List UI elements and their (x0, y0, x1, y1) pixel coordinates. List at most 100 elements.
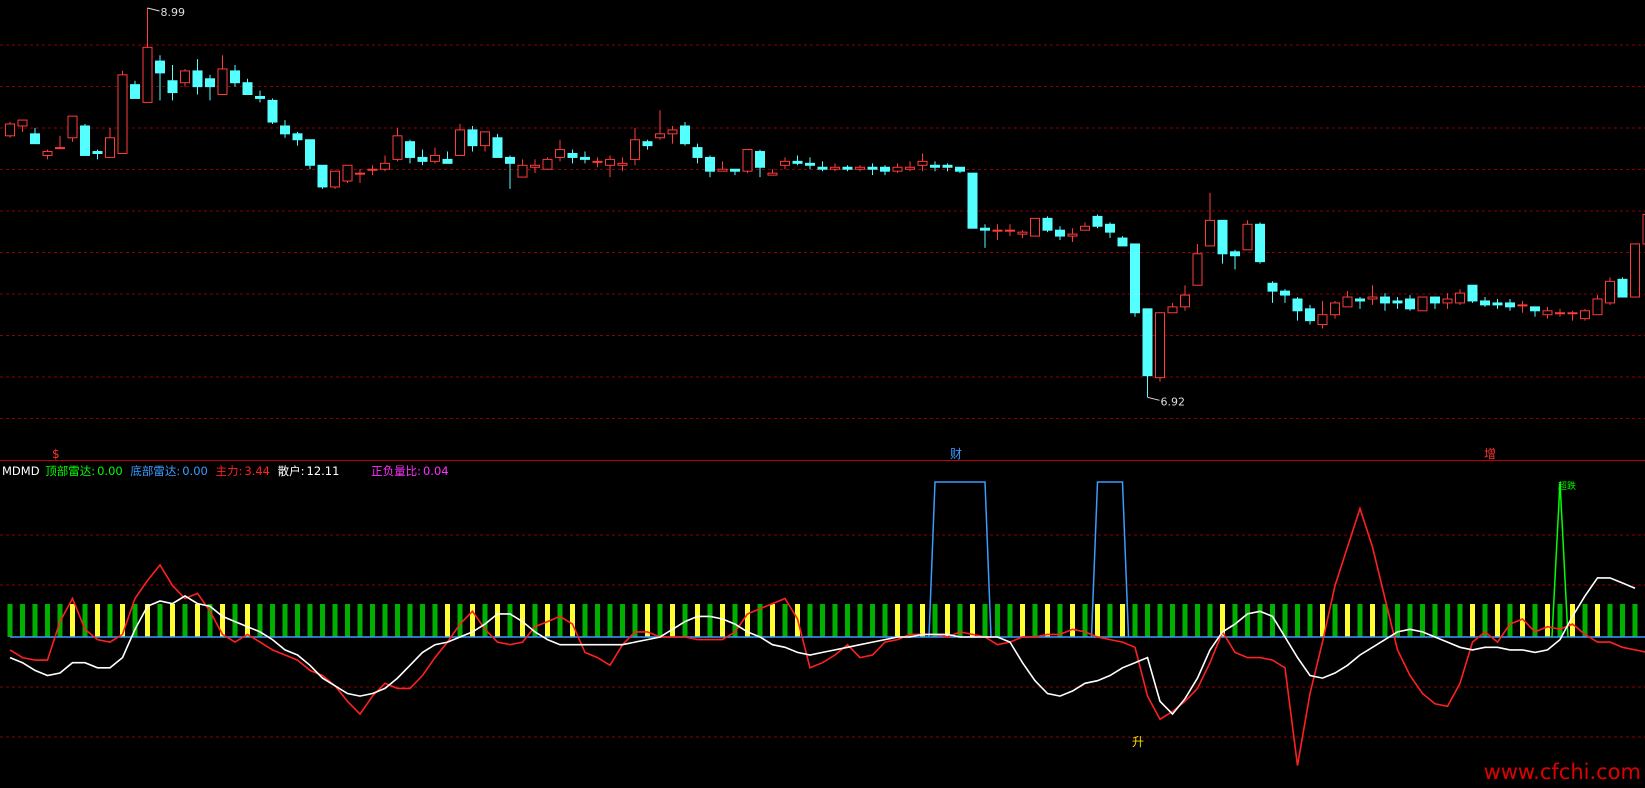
candle-body-down (1118, 238, 1127, 246)
candle-body-up (1206, 220, 1215, 246)
legend-retail-value: 12.11 (307, 464, 340, 478)
indicator-bar (783, 604, 788, 637)
candle (1156, 313, 1165, 382)
indicator-bar (558, 604, 563, 637)
candle (768, 169, 777, 175)
indicator-bar (870, 604, 875, 637)
indicator-bar (1258, 604, 1263, 637)
legend-retail-label: 散户: (278, 464, 305, 478)
candle (481, 132, 490, 152)
candle (1556, 309, 1565, 317)
candle-body-up (1018, 232, 1027, 234)
indicator-bar (620, 604, 625, 637)
candle (1531, 307, 1540, 317)
indicator-bar (695, 604, 700, 637)
candle (93, 150, 102, 160)
candle (731, 169, 740, 175)
candle-body-down (881, 167, 890, 171)
candle-body-down (1256, 224, 1265, 261)
indicator-bar (283, 604, 288, 637)
candle-body-down (1431, 297, 1440, 303)
candle (1568, 311, 1577, 321)
candle (868, 163, 877, 175)
candle-body-down (268, 100, 277, 122)
candle-body-up (1156, 313, 1165, 378)
candle (631, 128, 640, 165)
indicator-bar (1158, 604, 1163, 637)
candle-body-down (731, 169, 740, 171)
candle-body-down (493, 138, 502, 158)
candle-body-up (781, 161, 790, 165)
indicator-bar (1245, 604, 1250, 637)
indicator-bar (158, 604, 163, 637)
candle (1468, 285, 1477, 303)
candle (1143, 309, 1152, 397)
indicator-bar (383, 604, 388, 637)
rise-signal-label: 升 (1132, 735, 1144, 749)
indicator-bar (1445, 604, 1450, 637)
candle (1393, 297, 1402, 309)
indicator-legend: MDMD 顶部雷达:0.00 底部雷达:0.00 主力:3.44 散户:12.1… (2, 463, 453, 479)
event-marker-left: $ (52, 447, 60, 461)
candle (831, 163, 840, 171)
indicator-bar (895, 604, 900, 637)
candle-body-down (956, 167, 965, 171)
legend-top-radar: 顶部雷达:0.00 (45, 464, 128, 478)
indicator-bar (33, 604, 38, 637)
indicator-bar (920, 604, 925, 637)
candle (518, 159, 527, 177)
high-pointer (148, 8, 160, 11)
candle-body-up (631, 140, 640, 160)
candle-body-down (793, 161, 802, 163)
candle-body-up (393, 136, 402, 160)
candle-body-down (806, 163, 815, 165)
indicator-bar (1233, 604, 1238, 637)
indicator-bar (970, 604, 975, 637)
indicator-bar (370, 604, 375, 637)
indicator-bar (770, 604, 775, 637)
top-radar-label: 超跌 (1558, 480, 1576, 492)
candle-body-down (243, 83, 252, 95)
candle (581, 152, 590, 164)
candle (1268, 281, 1277, 303)
indicator-bar (1008, 604, 1013, 637)
candle-body-up (906, 167, 915, 169)
indicator-bar (1095, 604, 1100, 637)
candle-body-down (293, 134, 302, 140)
chart-stage: 8.996.92$财增超跌升 (0, 0, 1645, 784)
candle (818, 161, 827, 171)
candle-body-down (868, 167, 877, 169)
candle (1018, 230, 1027, 238)
candle-body-down (1493, 303, 1502, 305)
indicator-bar (983, 604, 988, 637)
candle-body-up (181, 71, 190, 83)
indicator-bar (708, 604, 713, 637)
candle (1418, 297, 1427, 311)
indicator-bar (508, 604, 513, 637)
low-price-label: 6.92 (1161, 395, 1186, 408)
candle (843, 165, 852, 171)
indicator-bar (1070, 604, 1075, 637)
candle-body-up (1068, 234, 1077, 236)
candle (156, 55, 165, 100)
indicator-bar (1033, 604, 1038, 637)
indicator-bar (845, 604, 850, 637)
candle (556, 140, 565, 162)
indicator-bar (858, 604, 863, 637)
candle-body-up (481, 132, 490, 146)
candle-body-down (1306, 309, 1315, 321)
legend-top-radar-value: 0.00 (97, 464, 123, 478)
candle-body-up (743, 150, 752, 172)
indicator-bar (345, 604, 350, 637)
candle-body-down (193, 71, 202, 87)
candle (1043, 216, 1052, 232)
candle-body-up (331, 171, 340, 187)
indicator-bar (1020, 604, 1025, 637)
candle (781, 157, 790, 169)
legend-bottom-radar-value: 0.00 (182, 464, 208, 478)
candle-body-down (1218, 220, 1227, 253)
candle-body-down (981, 228, 990, 230)
indicator-bar (1045, 604, 1050, 637)
indicator-bar (1170, 604, 1175, 637)
candle (506, 155, 515, 188)
